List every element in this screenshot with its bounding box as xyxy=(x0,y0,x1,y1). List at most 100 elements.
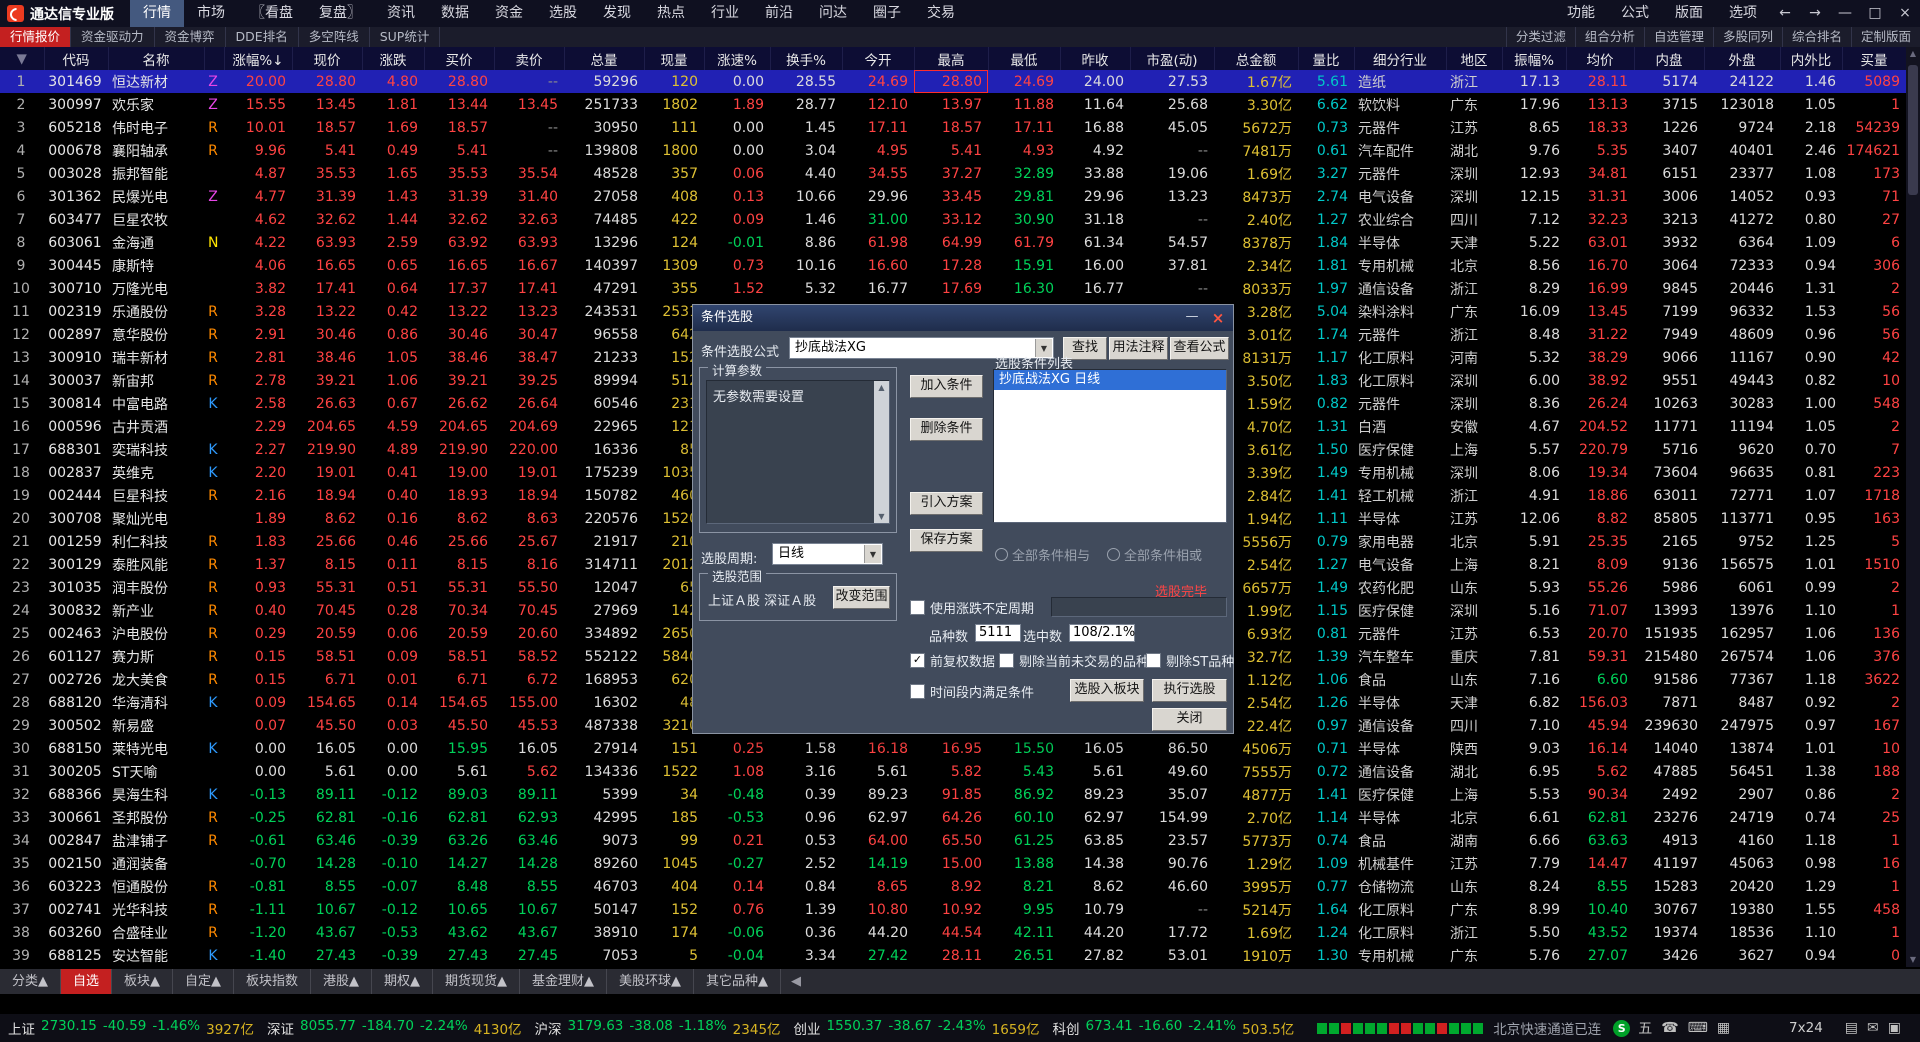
cell-low[interactable]: 24.69 xyxy=(988,70,1060,93)
cell-high[interactable]: 44.54 xyxy=(914,921,988,944)
usage-note-button[interactable]: 用法注释 xyxy=(1109,337,1168,360)
cell-sell-price[interactable]: 39.25 xyxy=(494,369,564,392)
cell-change[interactable]: 0.01 xyxy=(362,668,424,691)
cell-high[interactable]: 64.99 xyxy=(914,231,988,254)
radio-all-or[interactable]: 全部条件相或 xyxy=(1107,545,1202,564)
cell-region[interactable]: 江苏 xyxy=(1446,507,1502,530)
cell-name[interactable]: 古井贡酒 xyxy=(108,415,204,438)
cell-sell-price[interactable]: 155.00 xyxy=(494,691,564,714)
cell-code[interactable]: 300445 xyxy=(44,254,108,277)
cell-code[interactable]: 001259 xyxy=(44,530,108,553)
cell-flag[interactable]: R xyxy=(204,806,224,829)
cell-inner-outer-ratio[interactable]: 0.74 xyxy=(1780,806,1842,829)
cell-pe[interactable]: 25.68 xyxy=(1130,93,1214,116)
cell-outer-volume[interactable]: 41272 xyxy=(1704,208,1780,231)
cell-code[interactable]: 688150 xyxy=(44,737,108,760)
cell-open[interactable]: 89.23 xyxy=(842,783,914,806)
cell-avg-price[interactable]: 8.55 xyxy=(1566,875,1634,898)
cell-turnover[interactable]: 1.39 xyxy=(770,898,842,921)
cell-amount[interactable]: 5214万 xyxy=(1214,898,1298,921)
cell-amplitude[interactable]: 12.93 xyxy=(1502,162,1566,185)
cell-outer-volume[interactable]: 49443 xyxy=(1704,369,1780,392)
cell-sell-price[interactable]: 55.50 xyxy=(494,576,564,599)
cell-index[interactable]: 23 xyxy=(0,576,44,599)
cell-sell-price[interactable]: 43.67 xyxy=(494,921,564,944)
cell-inner-volume[interactable]: 7949 xyxy=(1634,323,1704,346)
cell-buy-volume[interactable]: 136 xyxy=(1842,622,1906,645)
column-header-high[interactable]: 最高 xyxy=(914,47,989,70)
column-header-prev-close[interactable]: 昨收 xyxy=(1060,47,1131,70)
cell-index[interactable]: 22 xyxy=(0,553,44,576)
cell-prev-close[interactable]: 16.05 xyxy=(1060,737,1130,760)
cell-low[interactable]: 9.95 xyxy=(988,898,1060,921)
cell-price[interactable]: 8.15 xyxy=(292,553,362,576)
cell-index[interactable]: 7 xyxy=(0,208,44,231)
cell-pct-change[interactable]: -0.81 xyxy=(224,875,292,898)
cell-buy-volume[interactable]: 25 xyxy=(1842,806,1906,829)
table-row[interactable]: 31 300205 ST天喻 0.00 5.61 0.00 5.61 5.62 134336 15… xyxy=(0,760,1906,783)
cell-inner-outer-ratio[interactable]: 1.31 xyxy=(1780,277,1842,300)
cell-inner-outer-ratio[interactable]: 0.82 xyxy=(1780,369,1842,392)
cell-pe[interactable]: 35.07 xyxy=(1130,783,1214,806)
nav-forward-icon[interactable]: → xyxy=(1800,0,1830,27)
column-header-buy-volume[interactable]: 买量 xyxy=(1842,47,1906,70)
cell-name[interactable]: 圣邦股份 xyxy=(108,806,204,829)
cell-volume[interactable]: 334892 xyxy=(564,622,644,645)
cell-volume[interactable]: 22965 xyxy=(564,415,644,438)
cell-inner-outer-ratio[interactable]: 0.80 xyxy=(1780,208,1842,231)
cell-flag[interactable]: R xyxy=(204,875,224,898)
cell-index[interactable]: 26 xyxy=(0,645,44,668)
cell-index[interactable]: 32 xyxy=(0,783,44,806)
cell-buy-price[interactable]: 63.92 xyxy=(424,231,494,254)
cell-price[interactable]: 16.05 xyxy=(292,737,362,760)
cell-high[interactable]: 17.28 xyxy=(914,254,988,277)
cell-region[interactable]: 重庆 xyxy=(1446,645,1502,668)
cell-buy-price[interactable]: 8.48 xyxy=(424,875,494,898)
cell-inner-outer-ratio[interactable]: 1.06 xyxy=(1780,645,1842,668)
cell-price[interactable]: 70.45 xyxy=(292,599,362,622)
cell-region[interactable]: 浙江 xyxy=(1446,921,1502,944)
cell-name[interactable]: 聚灿光电 xyxy=(108,507,204,530)
maximize-button[interactable]: □ xyxy=(1860,0,1890,27)
toolbar-link[interactable]: 定制版面 xyxy=(1850,27,1920,47)
cell-industry[interactable]: 元器件 xyxy=(1354,622,1446,645)
cell-buy-volume[interactable]: 2 xyxy=(1842,576,1906,599)
cell-name[interactable]: 奕瑞科技 xyxy=(108,438,204,461)
cell-outer-volume[interactable]: 72771 xyxy=(1704,484,1780,507)
cell-sell-price[interactable]: 26.64 xyxy=(494,392,564,415)
cell-amount[interactable]: 3995万 xyxy=(1214,875,1298,898)
cell-sell-price[interactable]: 38.47 xyxy=(494,346,564,369)
cell-open[interactable]: 61.98 xyxy=(842,231,914,254)
cell-flag[interactable]: R xyxy=(204,323,224,346)
cell-speed[interactable]: 1.08 xyxy=(704,760,770,783)
cell-buy-price[interactable]: 89.03 xyxy=(424,783,494,806)
cell-volume[interactable]: 5399 xyxy=(564,783,644,806)
cell-outer-volume[interactable]: 2907 xyxy=(1704,783,1780,806)
cell-open[interactable]: 12.10 xyxy=(842,93,914,116)
cell-amplitude[interactable]: 6.00 xyxy=(1502,369,1566,392)
cell-industry[interactable]: 元器件 xyxy=(1354,323,1446,346)
cell-avg-price[interactable]: 25.35 xyxy=(1566,530,1634,553)
cell-index[interactable]: 17 xyxy=(0,438,44,461)
cell-buy-price[interactable]: 70.34 xyxy=(424,599,494,622)
cell-high[interactable]: 33.45 xyxy=(914,185,988,208)
bottom-tab[interactable]: 分类▲ xyxy=(0,969,61,994)
checkbox-updown-period[interactable]: 使用涨跌不定周期 xyxy=(910,598,1034,617)
cell-volume-ratio[interactable]: 1.24 xyxy=(1298,921,1354,944)
toolbar-tab[interactable]: 资金驱动力 xyxy=(71,27,155,47)
cell-volume-ratio[interactable]: 1.30 xyxy=(1298,944,1354,967)
cell-high[interactable]: 8.92 xyxy=(914,875,988,898)
cell-current-volume[interactable]: 120 xyxy=(644,70,704,93)
cell-change[interactable]: -0.16 xyxy=(362,806,424,829)
cell-buy-price[interactable]: 28.80 xyxy=(424,70,494,93)
cell-name[interactable]: 恒通股份 xyxy=(108,875,204,898)
cell-speed[interactable]: 0.00 xyxy=(704,70,770,93)
cell-industry[interactable]: 通信设备 xyxy=(1354,277,1446,300)
cell-price[interactable]: 17.41 xyxy=(292,277,362,300)
cell-inner-volume[interactable]: 63011 xyxy=(1634,484,1704,507)
cell-name[interactable]: 新产业 xyxy=(108,599,204,622)
cell-volume[interactable]: 243531 xyxy=(564,300,644,323)
cell-change[interactable]: 1.06 xyxy=(362,369,424,392)
cell-pct-change[interactable]: 2.16 xyxy=(224,484,292,507)
cell-name[interactable]: 乐通股份 xyxy=(108,300,204,323)
